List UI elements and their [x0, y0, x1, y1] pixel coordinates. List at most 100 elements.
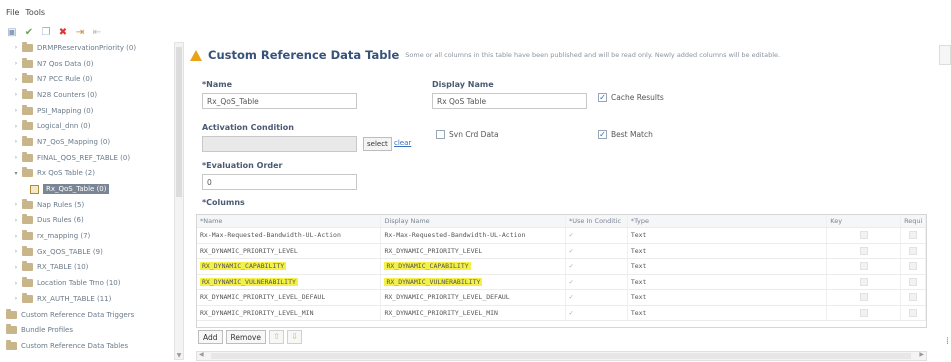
cell-key[interactable]: [827, 305, 902, 320]
svn-crd-data-checkbox[interactable]: Svn Crd Data: [436, 130, 499, 139]
expand-icon[interactable]: ›: [12, 76, 20, 83]
name-field[interactable]: Rx_QoS_Table: [202, 93, 357, 109]
cell-display-name[interactable]: RX_DYNAMIC_CAPABILITY: [381, 259, 566, 274]
tree-item[interactable]: Custom Reference Data Tables: [0, 338, 172, 354]
menu-file[interactable]: File: [6, 8, 19, 22]
export-icon[interactable]: ⇥: [74, 27, 86, 39]
tree-item[interactable]: › Nap Rules (5): [0, 197, 172, 213]
table-row[interactable]: Rx-Max-Requested-Bandwidth-UL-Action Rx-M…: [197, 228, 926, 244]
import-icon[interactable]: ⇤: [91, 27, 103, 39]
table-row[interactable]: RX_DYNAMIC_PRIORITY_LEVEL_DEFAUL RX_DYNAM…: [197, 290, 926, 306]
cell-type[interactable]: Text: [628, 305, 828, 320]
scroll-left-icon[interactable]: ◀: [199, 351, 204, 358]
cell-name[interactable]: RX_DYNAMIC_PRIORITY_LEVEL_DEFAUL: [197, 290, 382, 305]
select-button[interactable]: select: [363, 137, 392, 151]
cell-key[interactable]: [827, 243, 902, 258]
cell-required[interactable]: [901, 274, 926, 289]
move-up-icon[interactable]: ⇧: [268, 330, 284, 344]
cell-key[interactable]: [827, 274, 902, 289]
collapse-icon[interactable]: ▾: [12, 170, 20, 177]
tree-item[interactable]: › Dus Rules (6): [0, 213, 172, 229]
checkbox-checked-icon[interactable]: ✓: [598, 130, 607, 139]
tree-item[interactable]: › Gx_QOS_TABLE (9): [0, 244, 172, 260]
add-button[interactable]: Add: [198, 330, 223, 344]
cell-type[interactable]: Text: [628, 290, 828, 305]
expand-icon[interactable]: ›: [12, 264, 20, 271]
scroll-right-icon[interactable]: ▶: [919, 351, 924, 358]
save-icon[interactable]: ▣: [6, 27, 18, 39]
tree-item[interactable]: › FINAL_QOS_REF_TABLE (0): [0, 150, 172, 166]
expand-icon[interactable]: ›: [12, 201, 20, 208]
expand-icon[interactable]: ›: [12, 138, 20, 145]
expand-icon[interactable]: ›: [12, 217, 20, 224]
expand-icon[interactable]: ›: [12, 280, 20, 287]
table-row[interactable]: RX_DYNAMIC_VULNERABILITY RX_DYNAMIC_VULNE…: [197, 274, 926, 290]
expand-icon[interactable]: ›: [12, 91, 20, 98]
expand-icon[interactable]: ›: [12, 154, 20, 161]
tree-item[interactable]: › N7 Qos Data (0): [0, 56, 172, 72]
tree-item[interactable]: › rx_mapping (7): [0, 228, 172, 244]
scroll-down-icon[interactable]: ▼: [175, 352, 183, 359]
tree-item[interactable]: › PSI_Mapping (0): [0, 103, 172, 119]
cell-use-in-condition[interactable]: ✓: [566, 243, 628, 258]
tree-item[interactable]: Custom Reference Data Triggers: [0, 307, 172, 323]
cell-use-in-condition[interactable]: ✓: [566, 228, 628, 243]
col-header-type[interactable]: *Type: [628, 215, 828, 227]
cell-use-in-condition[interactable]: ✓: [566, 274, 628, 289]
tree-scrollbar[interactable]: ▼: [174, 42, 184, 360]
expand-icon[interactable]: ›: [12, 248, 20, 255]
tree-item[interactable]: Rx_QoS_Table (0): [0, 181, 172, 197]
cell-required[interactable]: [901, 228, 926, 243]
cell-use-in-condition[interactable]: ✓: [566, 305, 628, 320]
cache-results-checkbox[interactable]: ✓ Cache Results: [598, 93, 664, 102]
cell-display-name[interactable]: Rx-Max-Requested-Bandwidth-UL-Action: [381, 228, 566, 243]
cell-type[interactable]: Text: [628, 243, 828, 258]
col-header-required[interactable]: Requi: [901, 215, 926, 227]
evaluation-order-field[interactable]: 0: [202, 174, 357, 190]
copy-icon[interactable]: ❐: [40, 27, 52, 39]
col-header-name[interactable]: *Name: [197, 215, 382, 227]
menu-tools[interactable]: Tools: [25, 8, 45, 22]
cell-name[interactable]: Rx-Max-Requested-Bandwidth-UL-Action: [197, 228, 382, 243]
cell-key[interactable]: [827, 290, 902, 305]
delete-icon[interactable]: ✖: [57, 27, 69, 39]
tree-item[interactable]: › Location Table Trno (10): [0, 275, 172, 291]
checkbox-checked-icon[interactable]: ✓: [598, 93, 607, 102]
check-icon[interactable]: ✔: [23, 27, 35, 39]
tree-item[interactable]: › N7_QoS_Mapping (0): [0, 134, 172, 150]
tree-item[interactable]: › Logical_dnn (0): [0, 118, 172, 134]
tree-item[interactable]: › N7 PCC Rule (0): [0, 71, 172, 87]
tree-item[interactable]: › DRMPReservationPriority (0): [0, 40, 172, 56]
cell-name[interactable]: RX_DYNAMIC_VULNERABILITY: [197, 274, 382, 289]
col-header-use-in-condition[interactable]: *Use In Conditic: [566, 215, 628, 227]
expand-icon[interactable]: ›: [12, 123, 20, 130]
expand-icon[interactable]: ›: [12, 107, 20, 114]
remove-button[interactable]: Remove: [225, 330, 266, 344]
cell-name[interactable]: RX_DYNAMIC_CAPABILITY: [197, 259, 382, 274]
cell-key[interactable]: [827, 228, 902, 243]
tree-item[interactable]: Bundle Profiles: [0, 322, 172, 338]
table-row[interactable]: RX_DYNAMIC_CAPABILITY RX_DYNAMIC_CAPABILI…: [197, 259, 926, 275]
expand-icon[interactable]: ›: [12, 295, 20, 302]
grid-horizontal-scrollbar[interactable]: ◀ ▶: [196, 351, 927, 361]
col-header-key[interactable]: Key: [827, 215, 902, 227]
table-row[interactable]: RX_DYNAMIC_PRIORITY_LEVEL RX_DYNAMIC_PRIO…: [197, 243, 926, 259]
clear-link[interactable]: clear: [394, 139, 411, 147]
cell-required[interactable]: [901, 290, 926, 305]
scrollbar-thumb[interactable]: [211, 353, 911, 359]
tree-item[interactable]: › N28 Counters (0): [0, 87, 172, 103]
cell-required[interactable]: [901, 243, 926, 258]
panel-resize-handle-icon[interactable]: ⁞: [946, 336, 949, 347]
cell-type[interactable]: Text: [628, 228, 828, 243]
tree-item[interactable]: › RX_AUTH_TABLE (11): [0, 291, 172, 307]
cell-display-name[interactable]: RX_DYNAMIC_PRIORITY_LEVEL_MIN: [381, 305, 566, 320]
tree-item[interactable]: › RX_TABLE (10): [0, 260, 172, 276]
move-down-icon[interactable]: ⇩: [286, 330, 302, 344]
scrollbar-thumb[interactable]: [176, 47, 182, 197]
expand-icon[interactable]: ›: [12, 44, 20, 51]
cell-key[interactable]: [827, 259, 902, 274]
tree-item[interactable]: ▾ Rx QoS Table (2): [0, 166, 172, 182]
cell-display-name[interactable]: RX_DYNAMIC_PRIORITY_LEVEL_DEFAUL: [381, 290, 566, 305]
cell-required[interactable]: [901, 259, 926, 274]
cell-display-name[interactable]: RX_DYNAMIC_VULNERABILITY: [381, 274, 566, 289]
